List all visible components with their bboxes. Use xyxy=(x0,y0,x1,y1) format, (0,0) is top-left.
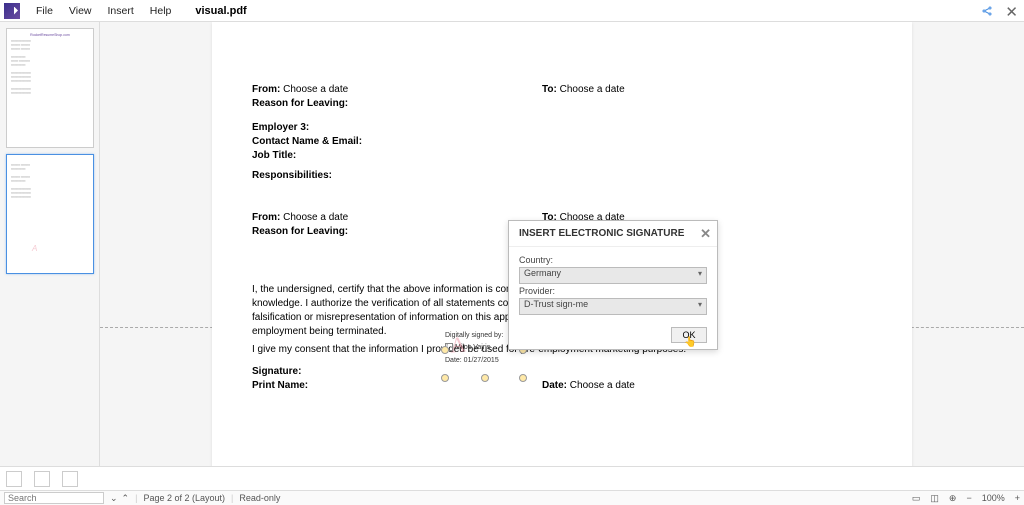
chevron-down-icon[interactable]: ⌄ xyxy=(110,493,118,504)
signature-mark-icon: A xyxy=(449,331,467,358)
layout-icon-1[interactable]: ▭ xyxy=(912,493,921,504)
responsibilities-label: Responsibilities: xyxy=(252,170,332,181)
layout-icon-2[interactable]: ◫ xyxy=(930,493,939,504)
chevron-up-icon[interactable]: ⌃ xyxy=(122,493,130,504)
menu-bar: File View Insert Help visual.pdf ✕ xyxy=(0,0,1024,22)
dialog-close-icon[interactable]: ✕ xyxy=(700,226,711,242)
country-select[interactable]: Germany xyxy=(519,267,707,284)
bottom-toolbar xyxy=(0,466,1024,490)
status-bar: ⌄ ⌃ | Page 2 of 2 (Layout) | Read-only ▭… xyxy=(0,490,1024,505)
provider-select[interactable]: D-Trust sign-me xyxy=(519,298,707,315)
job-title-label: Job Title: xyxy=(252,150,296,161)
tool-icon-2[interactable] xyxy=(34,471,50,487)
resize-handle[interactable] xyxy=(481,374,489,382)
menu-file[interactable]: File xyxy=(28,5,61,17)
window-close-icon[interactable]: ✕ xyxy=(1005,3,1018,21)
print-name-label: Print Name: xyxy=(252,380,308,391)
date-label: Date: xyxy=(542,380,567,391)
zoom-out-icon[interactable]: − xyxy=(966,493,971,503)
document-title: visual.pdf xyxy=(195,5,246,17)
menu-view[interactable]: View xyxy=(61,5,100,17)
ok-button[interactable]: OK 👆 xyxy=(671,327,707,343)
contact-name-email-label: Contact Name & Email: xyxy=(252,136,362,147)
tool-icon-1[interactable] xyxy=(6,471,22,487)
zoom-level[interactable]: 100% xyxy=(982,493,1005,503)
share-icon[interactable] xyxy=(981,5,993,20)
thumbnail-panel: RocketResumeShop.com ━━━━━━━━━━━━━━━━ ━━… xyxy=(0,22,100,490)
canvas: From: Choose a date To: Choose a date Re… xyxy=(100,22,1024,490)
zoom-in-icon[interactable]: + xyxy=(1015,493,1020,503)
app-logo xyxy=(4,3,20,19)
dialog-title-text: INSERT ELECTRONIC SIGNATURE xyxy=(519,228,684,239)
thumbnail-page-1[interactable]: RocketResumeShop.com ━━━━━━━━━━━━━━━━ ━━… xyxy=(6,28,94,148)
to-label: To: xyxy=(542,84,557,95)
fit-icon[interactable]: ⊕ xyxy=(949,493,957,504)
menu-insert[interactable]: Insert xyxy=(100,5,142,17)
readonly-indicator: Read-only xyxy=(239,493,280,503)
from-value: Choose a date xyxy=(283,84,348,95)
provider-label: Provider: xyxy=(519,286,707,296)
reason-leaving-label-2: Reason for Leaving: xyxy=(252,226,348,237)
thumbnail-page-2[interactable]: ━━━━━ ━━━━━━━━━━━━━━━━━━ ━━━━━━━━━━━━━━━… xyxy=(6,154,94,274)
insert-signature-dialog: INSERT ELECTRONIC SIGNATURE ✕ Country: G… xyxy=(508,220,718,350)
reason-leaving-label: Reason for Leaving: xyxy=(252,98,348,109)
signature-label: Signature: xyxy=(252,366,301,377)
employer3-label: Employer 3: xyxy=(252,122,309,133)
from-label: From: xyxy=(252,84,280,95)
country-label: Country: xyxy=(519,255,707,265)
from-label-2: From: xyxy=(252,212,280,223)
page-info: Page 2 of 2 (Layout) xyxy=(143,493,225,503)
thumbnail-signature-mark: A xyxy=(32,244,37,253)
date-value: Choose a date xyxy=(570,380,635,391)
resize-handle[interactable] xyxy=(441,346,449,354)
from-value-2: Choose a date xyxy=(283,212,348,223)
tool-icon-3[interactable] xyxy=(62,471,78,487)
menu-help[interactable]: Help xyxy=(142,5,180,17)
to-value: Choose a date xyxy=(560,84,625,95)
resize-handle[interactable] xyxy=(441,374,449,382)
resize-handle[interactable] xyxy=(519,374,527,382)
search-input[interactable] xyxy=(4,492,104,504)
